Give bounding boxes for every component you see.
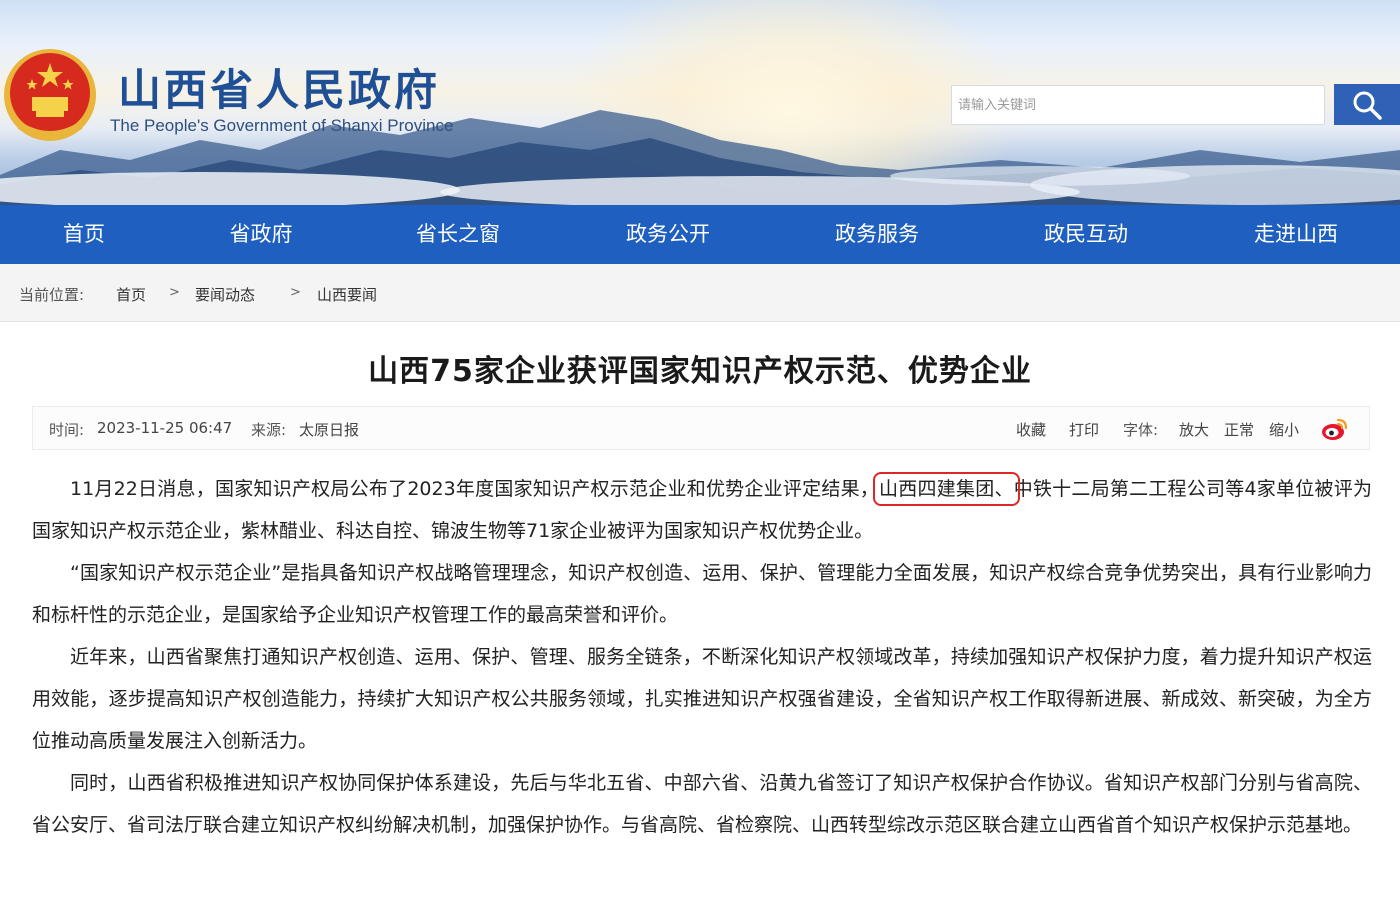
main-nav: 首页 省政府 省长之窗 政务公开 政务服务 政民互动 走进山西: [0, 205, 1400, 264]
breadcrumb-label: 当前位置:: [19, 286, 85, 304]
nav-item-provincial-government[interactable]: 省政府: [199, 205, 323, 264]
font-size-label: 字体:: [1123, 421, 1159, 439]
nav-item-governor-window[interactable]: 省长之窗: [396, 205, 520, 264]
article-paragraph: 11月22日消息，国家知识产权局公布了2023年度国家知识产权示范企业和优势企业…: [32, 468, 1372, 552]
nav-item-public-interaction[interactable]: 政民互动: [1024, 205, 1148, 264]
highlighted-company: 山西四建集团、: [873, 472, 1020, 506]
print-button[interactable]: 打印: [1069, 419, 1099, 440]
site-subtitle: The People's Government of Shanxi Provin…: [110, 116, 454, 135]
article-meta-bar: 时间: 2023-11-25 06:47 来源: 太原日报 收藏 打印 字体: …: [32, 406, 1370, 450]
breadcrumb-separator: >: [290, 285, 301, 300]
breadcrumb-separator: >: [169, 285, 180, 300]
font-smaller-button[interactable]: 缩小: [1269, 419, 1299, 440]
nav-item-government-services[interactable]: 政务服务: [815, 205, 939, 264]
weibo-icon[interactable]: [1321, 416, 1349, 442]
source-label: 来源:: [251, 421, 287, 439]
search-input[interactable]: [951, 85, 1325, 125]
article-body: 11月22日消息，国家知识产权局公布了2023年度国家知识产权示范企业和优势企业…: [32, 468, 1372, 846]
header-banner: 山西省人民政府 The People's Government of Shanx…: [0, 0, 1400, 205]
article-paragraph: “国家知识产权示范企业”是指具备知识产权战略管理理念，知识产权创造、运用、保护、…: [32, 562, 1372, 626]
paragraph-text: 11月22日消息，国家知识产权局公布了2023年度国家知识产权示范企业和优势企业…: [70, 478, 880, 500]
search-button[interactable]: [1334, 84, 1400, 125]
font-larger-button[interactable]: 放大: [1179, 419, 1209, 440]
search-icon: [1353, 91, 1382, 120]
favorite-button[interactable]: 收藏: [1016, 419, 1046, 440]
article-paragraph: 同时，山西省积极推进知识产权协同保护体系建设，先后与华北五省、中部六省、沿黄九省…: [32, 772, 1372, 836]
breadcrumb-shanxi-news[interactable]: 山西要闻: [317, 284, 377, 305]
nav-item-government-affairs-open[interactable]: 政务公开: [606, 205, 730, 264]
time-label: 时间:: [49, 421, 85, 439]
article-paragraph: 近年来，山西省聚焦打通知识产权创造、运用、保护、管理、服务全链条，不断深化知识产…: [32, 646, 1372, 752]
nav-item-about-shanxi[interactable]: 走进山西: [1234, 205, 1358, 264]
source-value: 太原日报: [299, 421, 360, 439]
national-emblem-icon: [4, 49, 96, 141]
breadcrumb-home[interactable]: 首页: [116, 284, 146, 305]
font-normal-button[interactable]: 正常: [1224, 419, 1254, 440]
publish-time: 2023-11-25 06:47: [97, 419, 233, 437]
breadcrumb-news[interactable]: 要闻动态: [195, 284, 255, 305]
article-title: 山西75家企业获评国家知识产权示范、优势企业: [368, 354, 1032, 389]
breadcrumb: 当前位置: 首页 > 要闻动态 > 山西要闻: [0, 264, 1400, 322]
nav-item-home[interactable]: 首页: [22, 205, 146, 264]
site-title: 山西省人民政府: [118, 66, 440, 116]
